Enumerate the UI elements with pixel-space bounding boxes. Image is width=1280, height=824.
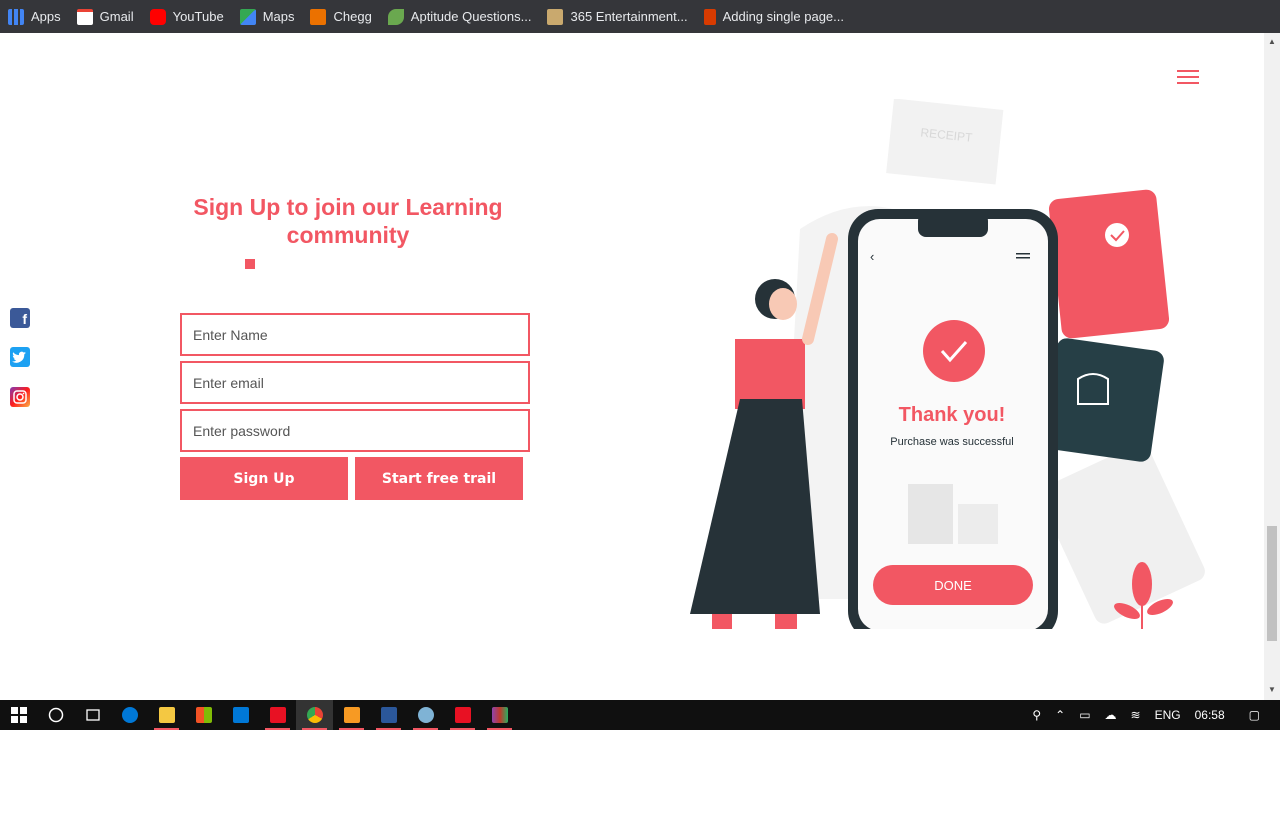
- battery-icon[interactable]: ▭: [1079, 708, 1090, 722]
- chrome-icon[interactable]: [296, 700, 333, 730]
- notification-icon[interactable]: ▢: [1249, 708, 1260, 722]
- bookmark-chegg[interactable]: Chegg: [310, 8, 372, 25]
- file-explorer-icon[interactable]: [148, 700, 185, 730]
- bookmark-aptitude[interactable]: Aptitude Questions...: [387, 8, 531, 25]
- chevron-up-icon[interactable]: ⌃: [1055, 708, 1065, 722]
- bookmark-youtube[interactable]: YouTube: [149, 8, 224, 25]
- 365-icon: [547, 8, 564, 25]
- menu-icon[interactable]: [1177, 70, 1199, 86]
- youtube-icon: [149, 8, 166, 25]
- purchase-illustration: RECEIPT ‹ Thank you! Purchase was succes…: [690, 99, 1205, 629]
- facebook-icon[interactable]: f: [10, 308, 30, 328]
- system-tray: ⚲ ⌃ ▭ ☁ ≋ ENG 06:58 ▢: [1032, 700, 1280, 730]
- twitter-icon[interactable]: [10, 347, 30, 367]
- media-app-icon[interactable]: [259, 700, 296, 730]
- page-title: Sign Up to join our Learning community: [193, 194, 503, 248]
- clock[interactable]: 06:58: [1195, 708, 1225, 722]
- scroll-up-icon[interactable]: ▲: [1268, 37, 1276, 46]
- windows-start-icon[interactable]: [0, 700, 37, 730]
- maps-icon: [239, 8, 256, 25]
- page-viewport: Sign Up to join our Learning community f…: [0, 33, 1264, 700]
- word-icon[interactable]: [370, 700, 407, 730]
- winrar-icon[interactable]: [481, 700, 518, 730]
- chegg-icon: [310, 8, 327, 25]
- paint-icon[interactable]: [407, 700, 444, 730]
- language-indicator[interactable]: ENG: [1155, 708, 1181, 722]
- thank-you-text: Thank you!: [899, 404, 1006, 426]
- sublime-text-icon[interactable]: [333, 700, 370, 730]
- purchase-text: Purchase was successful: [890, 436, 1014, 448]
- media-app-2-icon[interactable]: [444, 700, 481, 730]
- svg-text:‹: ‹: [870, 249, 874, 264]
- bookmark-365[interactable]: 365 Entertainment...: [547, 8, 688, 25]
- bookmarks-bar: Apps Gmail YouTube Maps Chegg Aptitude Q…: [0, 0, 1280, 33]
- signup-button[interactable]: Sign Up: [180, 457, 348, 500]
- done-label: DONE: [934, 578, 972, 593]
- aptitude-icon: [387, 8, 404, 25]
- decorative-square: [245, 259, 255, 269]
- scroll-down-icon[interactable]: ▼: [1268, 685, 1276, 694]
- onedrive-icon[interactable]: ☁: [1105, 708, 1117, 722]
- bookmark-gmail[interactable]: Gmail: [76, 8, 134, 25]
- name-field[interactable]: [180, 313, 530, 356]
- taskbar: ⚲ ⌃ ▭ ☁ ≋ ENG 06:58 ▢: [0, 700, 1280, 730]
- task-view-icon[interactable]: [74, 700, 111, 730]
- mail-icon[interactable]: [222, 700, 259, 730]
- start-trial-button[interactable]: Start free trail: [355, 457, 523, 500]
- office-icon: [703, 8, 716, 25]
- password-field[interactable]: [180, 409, 530, 452]
- email-field[interactable]: [180, 361, 530, 404]
- bookmark-adding-single-page[interactable]: Adding single page...: [703, 8, 844, 25]
- vertical-scrollbar[interactable]: ▲ ▼: [1264, 33, 1280, 700]
- gmail-icon: [76, 8, 93, 25]
- search-icon[interactable]: [37, 700, 74, 730]
- instagram-icon[interactable]: [10, 387, 30, 407]
- blank-area: [0, 730, 1280, 824]
- scrollbar-thumb[interactable]: [1267, 526, 1277, 641]
- store-icon[interactable]: [185, 700, 222, 730]
- bookmark-apps[interactable]: Apps: [8, 8, 61, 25]
- apps-grid-icon: [8, 8, 24, 25]
- people-icon[interactable]: ⚲: [1032, 708, 1041, 722]
- edge-icon[interactable]: [111, 700, 148, 730]
- bookmark-maps[interactable]: Maps: [239, 8, 294, 25]
- wifi-icon[interactable]: ≋: [1131, 708, 1141, 722]
